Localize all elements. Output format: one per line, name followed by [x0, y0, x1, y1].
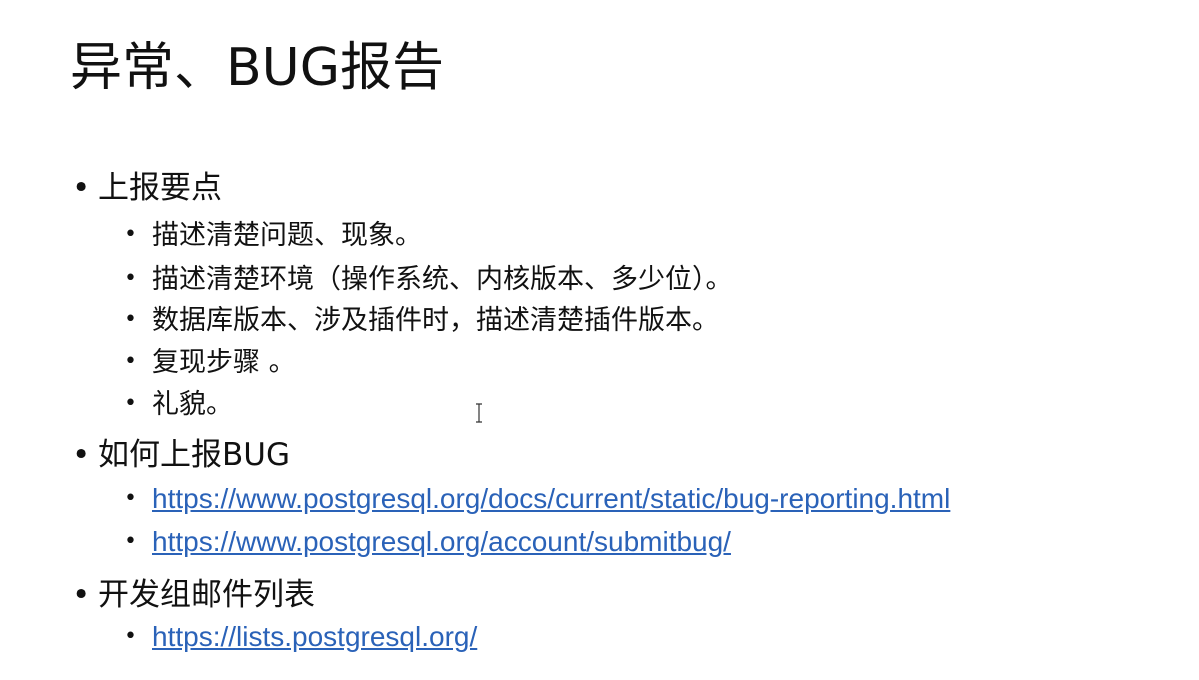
heading-text: 上报要点 [98, 170, 222, 206]
slide-title: 异常、BUG报告 [70, 38, 445, 98]
bug-reporting-link[interactable]: https://www.postgresql.org/docs/current/… [152, 483, 950, 514]
bullet-icon: • [72, 437, 91, 473]
bullet-icon: • [72, 577, 91, 613]
bullet-icon: • [124, 266, 137, 291]
item-text: 数据库版本、涉及插件时，描述清楚插件版本。 [152, 305, 719, 336]
item-text: 复现步骤 。 [152, 347, 296, 378]
section-heading: • 上报要点 [72, 168, 222, 208]
list-item: • 数据库版本、涉及插件时，描述清楚插件版本。 [124, 302, 719, 339]
list-item: • 描述清楚问题、现象。 [124, 217, 422, 254]
list-item: • 礼貌。 [124, 386, 233, 423]
bullet-icon: • [124, 624, 137, 649]
list-item: • 描述清楚环境（操作系统、内核版本、多少位）。 [124, 261, 733, 298]
mailing-list-link[interactable]: https://lists.postgresql.org/ [152, 621, 477, 652]
section-heading: • 如何上报BUG [72, 435, 290, 475]
text-cursor-icon [476, 403, 482, 423]
submit-bug-link[interactable]: https://www.postgresql.org/account/submi… [152, 526, 731, 557]
list-item: • https://www.postgresql.org/docs/current… [124, 481, 950, 518]
bullet-icon: • [124, 349, 137, 374]
heading-text: 开发组邮件列表 [98, 577, 315, 613]
heading-text: 如何上报BUG [98, 437, 290, 473]
list-item: • https://lists.postgresql.org/ [124, 619, 477, 656]
list-item: • https://www.postgresql.org/account/subm… [124, 524, 731, 561]
section-heading: • 开发组邮件列表 [72, 575, 315, 615]
bullet-icon: • [124, 486, 137, 511]
item-text: 描述清楚问题、现象。 [152, 220, 422, 251]
bullet-icon: • [72, 170, 91, 206]
list-item: • 复现步骤 。 [124, 344, 296, 381]
item-text: 描述清楚环境（操作系统、内核版本、多少位）。 [152, 264, 733, 295]
item-text: 礼貌。 [152, 389, 233, 420]
bullet-icon: • [124, 222, 137, 247]
bullet-icon: • [124, 391, 137, 416]
bullet-icon: • [124, 307, 137, 332]
bullet-icon: • [124, 529, 137, 554]
